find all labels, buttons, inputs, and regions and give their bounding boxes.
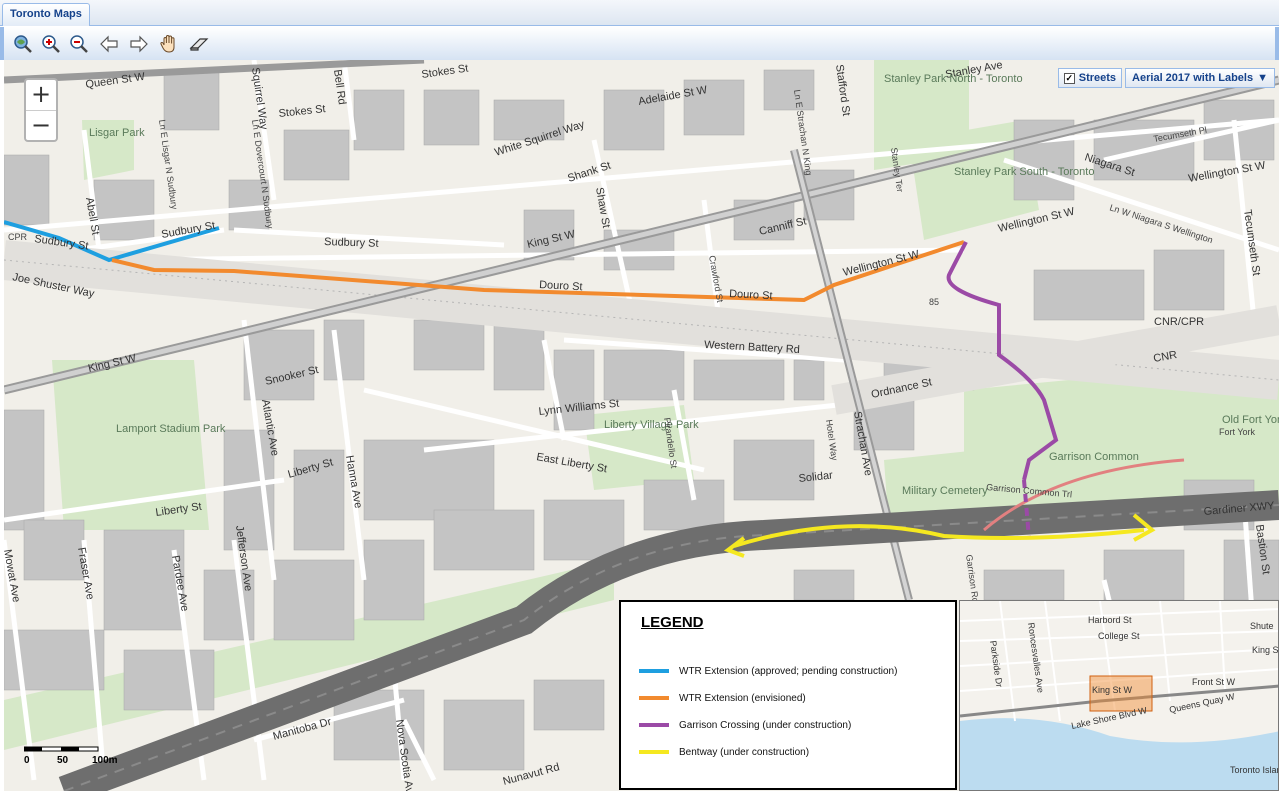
- back-arrow-icon: [100, 35, 118, 53]
- eraser-button[interactable]: [188, 33, 210, 55]
- zoom-out-icon: [70, 35, 88, 53]
- label-num85: 85: [929, 297, 939, 307]
- legend-item: Garrison Crossing (under construction): [639, 718, 851, 732]
- label-stafford: Stafford St: [833, 64, 852, 117]
- legend-label: WTR Extension (envisioned): [679, 692, 806, 704]
- label-old-fort: Old Fort York: [1222, 414, 1279, 426]
- legend-swatch: [639, 696, 669, 700]
- label-garrison-rd: Garrison Rd: [964, 554, 981, 603]
- map-view[interactable]: Queen St W Stokes St Stokes St Stanley A…: [4, 60, 1279, 791]
- streets-label: Streets: [1078, 72, 1117, 84]
- full-extent-icon: [14, 35, 32, 53]
- label-ln-lisgar: Ln E Lisgar N Sudbury: [157, 119, 180, 211]
- legend-label: WTR Extension (approved; pending constru…: [679, 665, 898, 677]
- label-lisgar: Lisgar Park: [89, 127, 145, 139]
- eraser-icon: [189, 38, 209, 51]
- legend-title: LEGEND: [641, 614, 704, 631]
- zoom-in-map-button[interactable]: +: [26, 80, 56, 110]
- scale-50: 50: [57, 755, 69, 766]
- label-stokes1: Stokes St: [278, 103, 326, 120]
- label-liberty-village: Liberty Village Park: [604, 419, 699, 431]
- label-lamport: Lamport Stadium Park: [116, 423, 226, 435]
- legend-swatch: [639, 669, 669, 673]
- label-sudbury3: Sudbury St: [324, 236, 379, 250]
- zoom-control: + −: [24, 78, 58, 142]
- label-solidar: Solidar: [798, 469, 834, 485]
- label-stokes2: Stokes St: [421, 63, 469, 81]
- label-hotel: Hotel Way: [824, 419, 840, 462]
- legend-swatch: [639, 723, 669, 727]
- overview-map[interactable]: Harbord St College St King St W Front St…: [959, 600, 1279, 791]
- legend-item: Bentway (under construction): [639, 745, 809, 759]
- tab-toronto-maps[interactable]: Toronto Maps: [2, 3, 90, 26]
- pan-button[interactable]: [158, 33, 180, 55]
- zoom-in-button[interactable]: [40, 33, 62, 55]
- legend-swatch: [639, 750, 669, 754]
- label-stanley-north: Stanley Park North - Toronto: [884, 73, 1023, 85]
- scale-0: 0: [24, 755, 30, 766]
- label-military: Military Cemetery: [902, 485, 988, 497]
- back-button[interactable]: [98, 33, 120, 55]
- layer-control: ✓ Streets Aerial 2017 with Labels ▼: [1057, 68, 1275, 88]
- legend-label: Garrison Crossing (under construction): [679, 719, 852, 731]
- label-mowat: Mowat Ave: [4, 548, 22, 603]
- basemap-value: Aerial 2017 with Labels: [1132, 72, 1254, 84]
- zoom-in-icon: [42, 35, 60, 53]
- zoom-out-map-button[interactable]: −: [26, 110, 56, 140]
- legend-panel: LEGEND WTR Extension (approved; pending …: [619, 600, 957, 790]
- scale-bar: 0 50 100m: [24, 745, 124, 769]
- pan-hand-icon: [160, 34, 175, 53]
- label-cnr-cpr: CNR/CPR: [1154, 316, 1204, 328]
- zoom-out-button[interactable]: [68, 33, 90, 55]
- legend-label: Bentway (under construction): [679, 746, 810, 758]
- ov-king2: King St: [1252, 645, 1279, 655]
- ov-college: College St: [1098, 631, 1140, 641]
- streets-checkbox[interactable]: ✓: [1063, 72, 1075, 84]
- label-douro1: Douro St: [539, 279, 583, 293]
- tab-bar: Toronto Maps: [0, 0, 1279, 26]
- forward-button[interactable]: [128, 33, 150, 55]
- basemap-select[interactable]: Aerial 2017 with Labels ▼: [1125, 68, 1275, 88]
- ov-king: King St W: [1092, 685, 1133, 695]
- chevron-down-icon: ▼: [1257, 72, 1268, 84]
- label-stanley-south: Stanley Park South - Toronto: [954, 166, 1094, 178]
- legend-item: WTR Extension (envisioned): [639, 691, 806, 705]
- label-hanna: Hanna Ave: [343, 454, 364, 509]
- forward-arrow-icon: [130, 35, 148, 53]
- label-fort-york: Fort York: [1219, 427, 1256, 437]
- ov-harbord: Harbord St: [1088, 615, 1132, 625]
- label-wellington3: Wellington St W: [1187, 159, 1267, 184]
- ov-front: Front St W: [1192, 677, 1236, 687]
- streets-toggle[interactable]: ✓ Streets: [1057, 68, 1123, 88]
- full-extent-button[interactable]: [12, 33, 34, 55]
- legend-item: WTR Extension (approved; pending constru…: [639, 664, 897, 678]
- label-douro2: Douro St: [729, 288, 773, 302]
- scale-100: 100m: [92, 755, 118, 766]
- map-toolbar: [0, 27, 1279, 60]
- ov-shute: Shute: [1250, 621, 1274, 631]
- label-garrison-common: Garrison Common: [1049, 451, 1139, 463]
- ov-toronto-island: Toronto Island: [1230, 765, 1279, 775]
- label-cpr: CPR: [8, 232, 28, 242]
- label-shaw: Shaw St: [593, 186, 612, 228]
- ov-roncesvalles: Roncesvalles Ave: [1026, 622, 1046, 694]
